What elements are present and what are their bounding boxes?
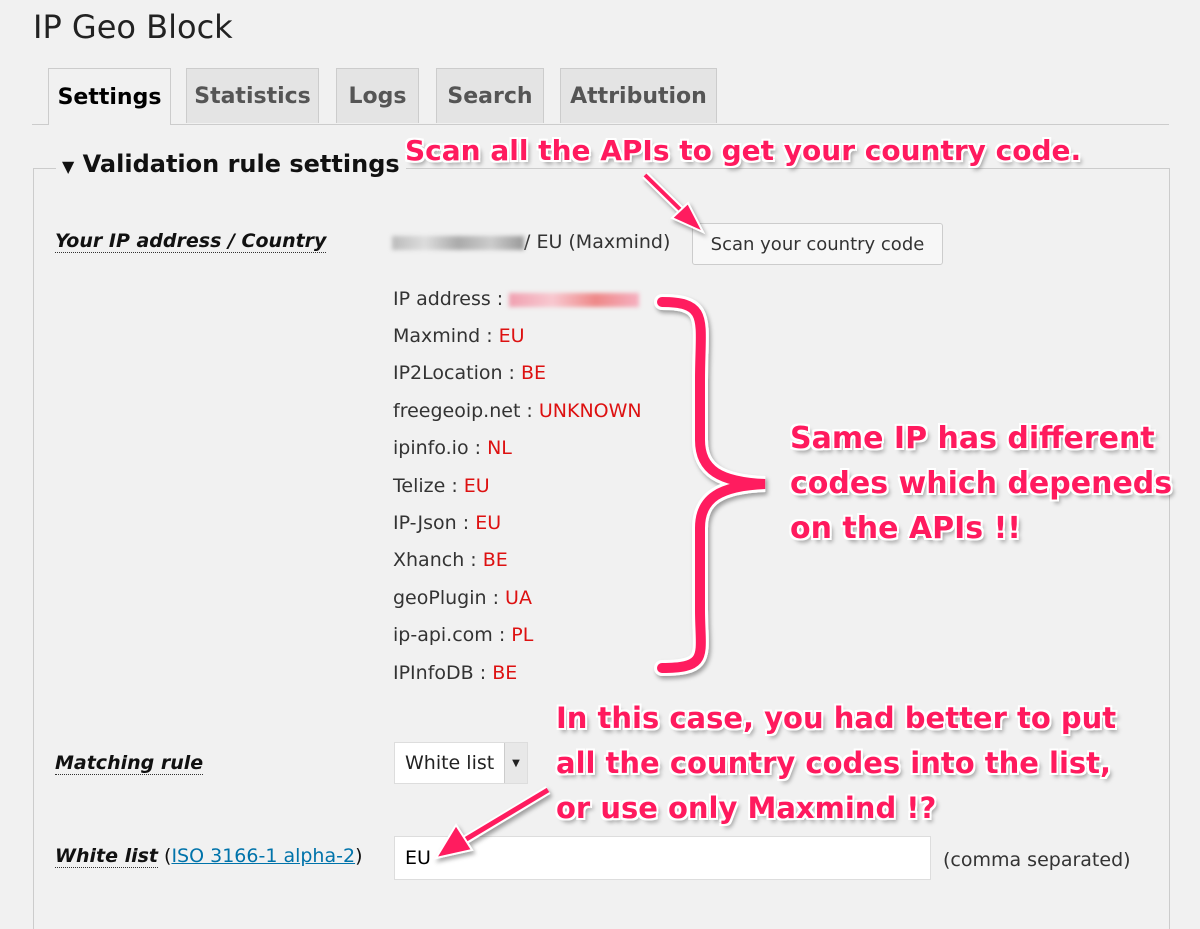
annotation-advice: In this case, you had better to put all … bbox=[556, 701, 1117, 825]
annotation-scan: Scan all the APIs to get your country co… bbox=[405, 134, 1082, 167]
annotation-codes: Same IP has different codes which depene… bbox=[790, 421, 1173, 546]
tab-settings[interactable]: Settings bbox=[48, 68, 171, 125]
